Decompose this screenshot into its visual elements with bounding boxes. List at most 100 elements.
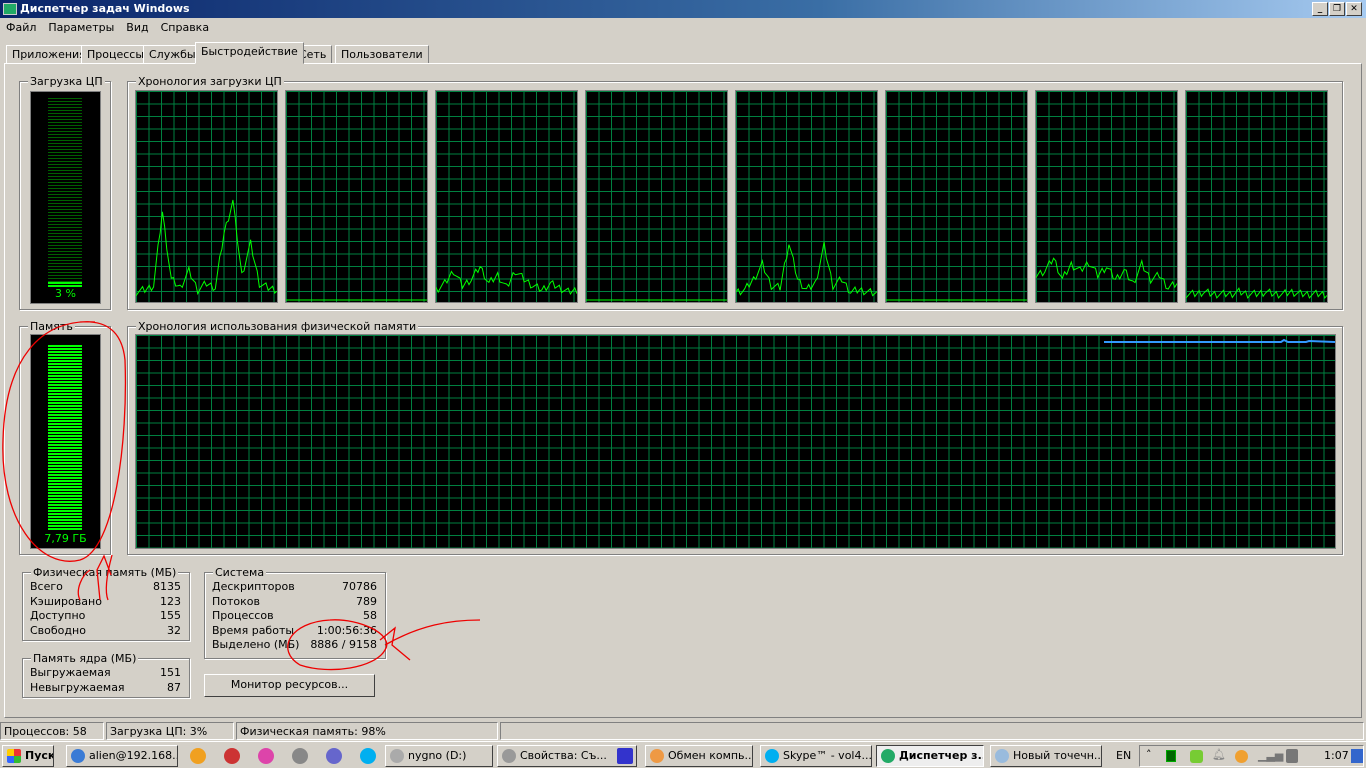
stat-row: Невыгружаемая 87 — [30, 681, 181, 696]
menu-file[interactable]: Файл — [0, 19, 42, 37]
tab-users[interactable]: Пользователи — [335, 45, 429, 64]
cpu-meter-tray-icon[interactable] — [1166, 750, 1176, 762]
cpu-core-graph — [285, 90, 428, 303]
tab-performance[interactable]: Быстродействие — [195, 42, 304, 64]
system-group: Система Дескрипторов 70786 Потоков 789 Проце… — [204, 566, 386, 659]
stat-label: Всего — [30, 580, 63, 593]
stat-value: 155 — [160, 609, 181, 622]
stat-row: Всего 8135 — [30, 580, 181, 595]
bell-icon[interactable]: 🔔︎ — [1212, 748, 1226, 761]
chart-app-icon[interactable] — [258, 748, 274, 764]
status-empty — [500, 722, 1364, 740]
close-button[interactable]: ✕ — [1346, 2, 1362, 16]
signal-icon[interactable]: ▁▃▅ — [1258, 749, 1283, 762]
memory-group: Память 7,79 ГБ — [19, 320, 111, 555]
cpu-core-line — [735, 241, 878, 297]
taskbar-button-label: Skype™ - vol4... — [783, 749, 872, 762]
tab-applications[interactable]: Приложения — [6, 45, 92, 64]
system-tray: EN ˄ 🔔︎ ▁▃▅ 1:07 — [1116, 745, 1364, 767]
taskbar-button-label: alien@192.168... — [89, 749, 178, 762]
stat-value: 123 — [160, 594, 181, 608]
show-hidden-icons[interactable]: ˄ — [1146, 748, 1152, 761]
ccleaner-icon[interactable] — [224, 748, 240, 764]
cpu-core-line — [1035, 257, 1178, 290]
stat-value: 151 — [160, 666, 181, 679]
stat-value: 32 — [167, 623, 181, 637]
stat-value: 58 — [363, 609, 377, 622]
taskbar-button[interactable]: nygno (D:) — [385, 745, 493, 767]
stat-label: Потоков — [212, 594, 260, 608]
taskmgr-icon — [3, 3, 17, 15]
app-icon — [390, 749, 404, 763]
status-memory: Физическая память: 98% — [236, 722, 498, 740]
stat-value: 789 — [356, 594, 377, 608]
cpu-core-graph — [135, 90, 278, 303]
menu-help[interactable]: Справка — [155, 19, 215, 37]
stat-value: 8886 / 9158 — [310, 638, 377, 651]
resource-monitor-button[interactable]: Монитор ресурсов... — [204, 674, 375, 697]
app-icon — [502, 749, 516, 763]
shield-tray-icon[interactable] — [1190, 750, 1203, 763]
taskbar-button[interactable]: alien@192.168... — [66, 745, 178, 767]
show-desktop-icon[interactable] — [1351, 749, 1363, 763]
cpu-core-graph — [735, 90, 878, 303]
stat-value: 1:00:56:36 — [316, 623, 377, 637]
save-icon[interactable] — [617, 748, 633, 764]
language-indicator[interactable]: EN — [1116, 749, 1131, 762]
cpu-history-group: Хронология загрузки ЦП — [127, 75, 1343, 310]
taskbar-button[interactable]: Skype™ - vol4... — [760, 745, 872, 767]
cpu-core-graph — [1035, 90, 1178, 303]
cpu-core-graph — [435, 90, 578, 303]
stat-row: Дескрипторов 70786 — [212, 580, 377, 595]
start-button[interactable]: Пуск — [2, 745, 54, 767]
torrent-icon[interactable] — [326, 748, 342, 764]
memory-history-graph — [135, 334, 1336, 549]
kernel-memory-title: Память ядра (МБ) — [31, 652, 139, 665]
windows-logo-icon — [7, 749, 21, 763]
cpu-core-line — [435, 265, 578, 296]
kernel-memory-group: Память ядра (МБ) Выгружаемая 151 Невыгружа… — [22, 652, 190, 698]
stat-row: Процессов 58 — [212, 609, 377, 624]
taskbar-button-label: Свойства: Съ... — [520, 749, 607, 762]
stat-row: Выгружаемая 151 — [30, 666, 181, 681]
taskbar-button[interactable]: Диспетчер з... — [876, 745, 984, 767]
title-bar: Диспетчер задач Windows _ ❐ ✕ — [0, 0, 1366, 18]
stat-value: 8135 — [153, 580, 181, 593]
menu-view[interactable]: Вид — [120, 19, 154, 37]
app-icon — [995, 749, 1009, 763]
stat-row: Доступно 155 — [30, 609, 181, 624]
cpu-history-label: Хронология загрузки ЦП — [136, 75, 284, 88]
cpu-usage-group: Загрузка ЦП 3 % — [19, 75, 111, 310]
taskbar-button-label: nygno (D:) — [408, 749, 467, 762]
status-tray-icon[interactable] — [1235, 750, 1248, 763]
clock[interactable]: 1:07 — [1324, 749, 1349, 762]
cpu-usage-label: Загрузка ЦП — [28, 75, 105, 88]
taskbar-button-label: Диспетчер з... — [899, 749, 984, 762]
skype-icon[interactable] — [360, 748, 376, 764]
usb-safe-remove-icon[interactable] — [1286, 749, 1298, 763]
status-bar: Процессов: 58 Загрузка ЦП: 3% Физическая… — [0, 722, 1366, 741]
cpu-core-graph — [585, 90, 728, 303]
cpu-core-graph — [885, 90, 1028, 303]
counter-2-icon[interactable] — [190, 748, 206, 764]
stat-row: Свободно 32 — [30, 624, 181, 639]
cpu-core-line — [1185, 287, 1328, 299]
taskbar-button[interactable]: Свойства: Съ... — [497, 745, 637, 767]
menu-options[interactable]: Параметры — [42, 19, 120, 37]
cpu-core-line — [135, 199, 278, 297]
tab-services[interactable]: Службы — [143, 45, 202, 64]
taskbar-button[interactable]: Обмен компь... — [645, 745, 753, 767]
stat-value: 87 — [167, 680, 181, 694]
minimize-button[interactable]: _ — [1312, 2, 1328, 16]
app-icon — [71, 749, 85, 763]
maximize-button[interactable]: ❐ — [1329, 2, 1345, 16]
disc-icon[interactable] — [292, 748, 308, 764]
memory-history-label: Хронология использования физической памя… — [136, 320, 419, 333]
taskbar-button[interactable]: Новый точечн... — [990, 745, 1102, 767]
tab-processes[interactable]: Процессы — [81, 45, 151, 64]
memory-history-line — [1104, 338, 1335, 343]
memory-meter: 7,79 ГБ — [30, 334, 101, 549]
stat-label: Кэшировано — [30, 594, 102, 608]
stat-row: Выделено (МБ) 8886 / 9158 — [212, 638, 377, 653]
app-icon — [765, 749, 779, 763]
